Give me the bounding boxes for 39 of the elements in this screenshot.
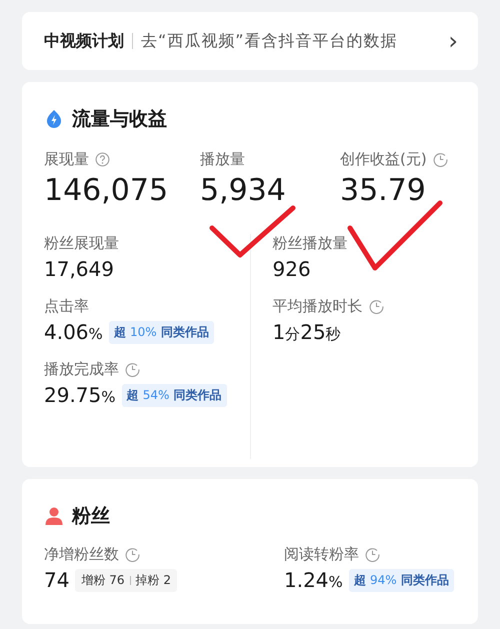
person-icon — [44, 506, 64, 526]
rank-tag: 超 54% 同类作品 — [122, 384, 227, 406]
metric-label: 粉丝播放量 — [272, 234, 348, 253]
metric-value: 1分25秒 — [272, 320, 341, 344]
metric-label: 创作收益(元) — [340, 150, 427, 169]
help-icon[interactable] — [95, 152, 110, 167]
metric-value: 146,075 — [44, 173, 170, 208]
section-title: 流量与收益 — [72, 107, 167, 132]
lightning-icon — [44, 109, 64, 129]
metric-label: 平均播放时长 — [272, 297, 362, 316]
metric-value: 74 — [44, 568, 70, 592]
metric-value: 1.24% — [284, 568, 343, 592]
metric-label: 播放量 — [200, 150, 245, 169]
metric-label: 净增粉丝数 — [44, 545, 119, 564]
metric-value: 5,934 — [200, 173, 287, 208]
clock-icon[interactable] — [125, 362, 140, 377]
clock-icon[interactable] — [365, 547, 380, 562]
breakdown-item: 增粉 76 — [81, 572, 125, 588]
metric-label: 播放完成率 — [44, 360, 119, 379]
metric-value: 926 — [272, 257, 311, 281]
metric-value: 35.79 — [340, 173, 427, 208]
banner-card[interactable]: 中视频计划 去“西瓜视频”看含抖音平台的数据 › — [22, 12, 478, 70]
rank-tag: 超 94% 同类作品 — [348, 568, 454, 592]
metric-value: 4.06% — [44, 320, 103, 344]
rank-tag: 超 10% 同类作品 — [108, 320, 214, 344]
clock-icon[interactable] — [125, 547, 140, 562]
plan-title: 中视频计划 — [44, 30, 124, 52]
metric-value: 17,649 — [44, 257, 114, 281]
xigua-link[interactable]: 去“西瓜视频”看含抖音平台的数据 — [141, 30, 448, 52]
metric-label: 阅读转粉率 — [284, 545, 359, 564]
clock-icon[interactable] — [432, 152, 448, 167]
metric-label: 点击率 — [44, 297, 89, 316]
chevron-icon: › — [448, 29, 458, 53]
section-title: 粉丝 — [72, 504, 110, 529]
metric-label: 粉丝展现量 — [44, 234, 119, 253]
metric-value: 29.75% — [44, 383, 116, 407]
metric-label: 展现量 — [44, 150, 89, 169]
breakdown-item: 掉粉 2 — [136, 572, 171, 588]
clock-icon[interactable] — [368, 299, 384, 314]
